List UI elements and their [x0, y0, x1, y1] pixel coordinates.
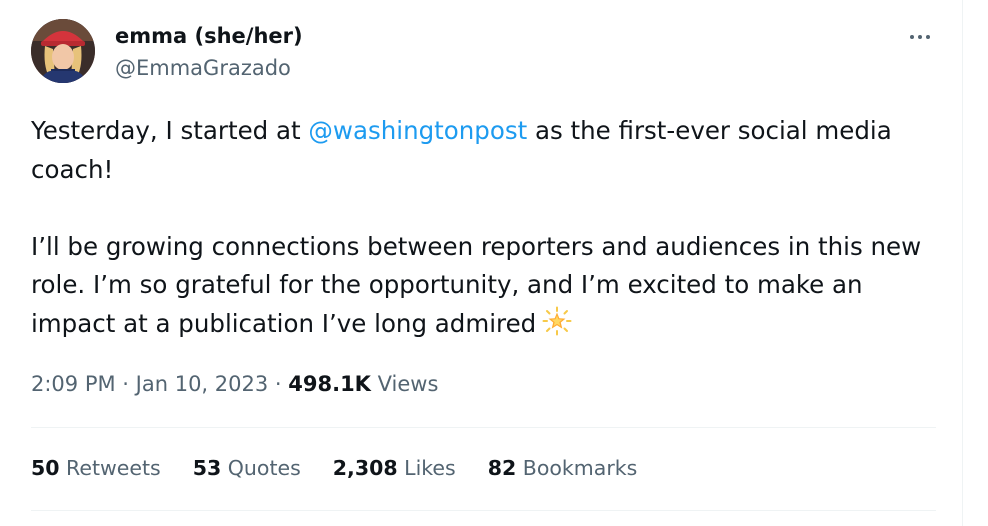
- tweet-time[interactable]: 2:09 PM: [31, 372, 116, 396]
- bookmarks-count: 82: [487, 456, 517, 480]
- divider: [31, 427, 936, 428]
- tweet-card: emma (she/her) @EmmaGrazado Yesterday, I…: [0, 0, 963, 526]
- tweet-paragraph-2-text: I’ll be growing connections between repo…: [31, 231, 922, 338]
- quotes-label: Quotes: [221, 456, 301, 480]
- tweet-meta: 2:09 PM · Jan 10, 2023 · 498.1K Views: [31, 369, 438, 399]
- avatar-image: [31, 19, 95, 83]
- tweet-date[interactable]: Jan 10, 2023: [136, 372, 269, 396]
- tweet-paragraph-1: Yesterday, I started at @washingtonpost …: [31, 112, 941, 189]
- tweet-text: Yesterday, I started at @washingtonpost …: [31, 112, 941, 343]
- more-options-button[interactable]: [900, 22, 940, 52]
- bookmarks-label: Bookmarks: [516, 456, 638, 480]
- tweet-paragraph-2: I’ll be growing connections between repo…: [31, 228, 941, 344]
- meta-separator: ·: [115, 372, 136, 396]
- mention-link[interactable]: @washingtonpost: [308, 116, 527, 145]
- tweet-text-before-mention: Yesterday, I started at: [31, 116, 309, 145]
- bookmarks-stat[interactable]: 82 Bookmarks: [488, 453, 638, 483]
- likes-stat[interactable]: 2,308 Likes: [333, 453, 456, 483]
- tweet-stats: 50 Retweets 53 Quotes 2,308 Likes 82 Boo…: [31, 453, 669, 483]
- display-name[interactable]: emma (she/her): [115, 22, 303, 50]
- more-icon-dot: [918, 35, 922, 39]
- retweets-label: Retweets: [59, 456, 161, 480]
- avatar[interactable]: [31, 19, 95, 83]
- glowing-star-icon: [542, 306, 572, 335]
- more-icon-dot: [910, 35, 914, 39]
- retweets-stat[interactable]: 50 Retweets: [31, 453, 161, 483]
- likes-label: Likes: [397, 456, 456, 480]
- quotes-count: 53: [192, 456, 222, 480]
- user-handle[interactable]: @EmmaGrazado: [115, 54, 291, 82]
- more-icon-dot: [926, 35, 930, 39]
- retweets-count: 50: [31, 456, 60, 480]
- quotes-stat[interactable]: 53 Quotes: [193, 453, 301, 483]
- views-count: 498.1K: [288, 372, 371, 396]
- meta-separator: ·: [268, 372, 289, 396]
- divider: [31, 510, 936, 511]
- likes-count: 2,308: [332, 456, 398, 480]
- views-label: Views: [370, 372, 439, 396]
